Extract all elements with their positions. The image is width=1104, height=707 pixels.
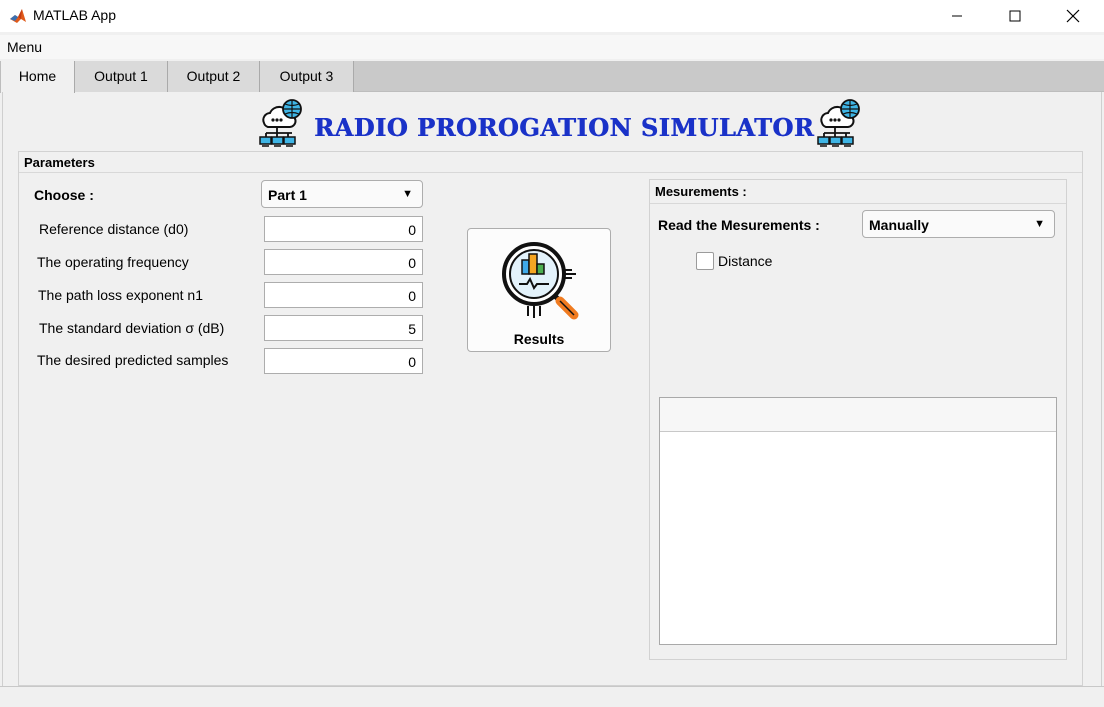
choose-label: Choose : (34, 187, 94, 203)
matlab-logo-icon (9, 7, 27, 25)
read-measurements-dropdown[interactable]: Manually ▼ (862, 210, 1055, 238)
path-loss-exponent-field[interactable]: 0 (264, 282, 423, 308)
read-measurements-label: Read the Mesurements : (658, 217, 820, 233)
parameters-title: Parameters (24, 155, 95, 170)
divider (650, 203, 1066, 204)
tab-output-3[interactable]: Output 3 (260, 61, 354, 92)
operating-frequency-field[interactable]: 0 (264, 249, 423, 275)
menu-bar: Menu (0, 35, 1104, 59)
caret-down-icon: ▼ (402, 188, 413, 200)
table-header (660, 398, 1056, 432)
menu-item[interactable]: Menu (7, 39, 42, 55)
choose-dropdown[interactable]: Part 1 ▼ (261, 180, 423, 208)
reference-distance-label: Reference distance (d0) (39, 221, 189, 237)
maximize-button[interactable] (986, 0, 1044, 32)
measurements-table[interactable] (659, 397, 1057, 645)
cloud-network-icon (256, 97, 308, 152)
read-measurements-value: Manually (869, 217, 929, 233)
minimize-button[interactable] (928, 0, 986, 32)
path-loss-exponent-label: The path loss exponent n1 (38, 287, 204, 303)
distance-checkbox-label[interactable]: Distance (718, 253, 772, 269)
banner-title: RADIO PROROGATION SIMULATOR (314, 113, 815, 142)
minimize-icon (952, 15, 962, 17)
operating-frequency-label: The operating frequency (37, 254, 189, 270)
standard-deviation-field[interactable]: 5 (264, 315, 423, 341)
choose-dropdown-value: Part 1 (268, 187, 307, 203)
maximize-icon (1009, 10, 1021, 22)
close-icon (1066, 9, 1080, 23)
close-button[interactable] (1044, 0, 1102, 32)
window-title: MATLAB App (33, 7, 117, 23)
tab-output-2[interactable]: Output 2 (168, 61, 260, 92)
divider (0, 686, 1104, 687)
results-button[interactable]: Results (467, 228, 611, 352)
predicted-samples-label: The desired predicted samples (37, 352, 229, 368)
distance-checkbox[interactable] (696, 252, 714, 270)
title-bar: MATLAB App (0, 0, 1104, 32)
measurements-title: Mesurements : (655, 184, 747, 199)
tab-home[interactable]: Home (0, 61, 75, 93)
results-button-label: Results (513, 331, 565, 347)
caret-down-icon: ▼ (1034, 218, 1045, 230)
tab-output-1[interactable]: Output 1 (75, 61, 168, 92)
divider (19, 172, 1082, 173)
banner: RADIO PROROGATION SIMULATOR (256, 97, 866, 149)
magnifier-chart-icon (488, 234, 592, 333)
app-window: MATLAB App Menu Home Output 1 Output 2 O… (0, 0, 1104, 707)
cloud-network-icon (814, 97, 866, 152)
reference-distance-field[interactable]: 0 (264, 216, 423, 242)
standard-deviation-label: The standard deviation σ (dB) (39, 320, 225, 336)
predicted-samples-field[interactable]: 0 (264, 348, 423, 374)
